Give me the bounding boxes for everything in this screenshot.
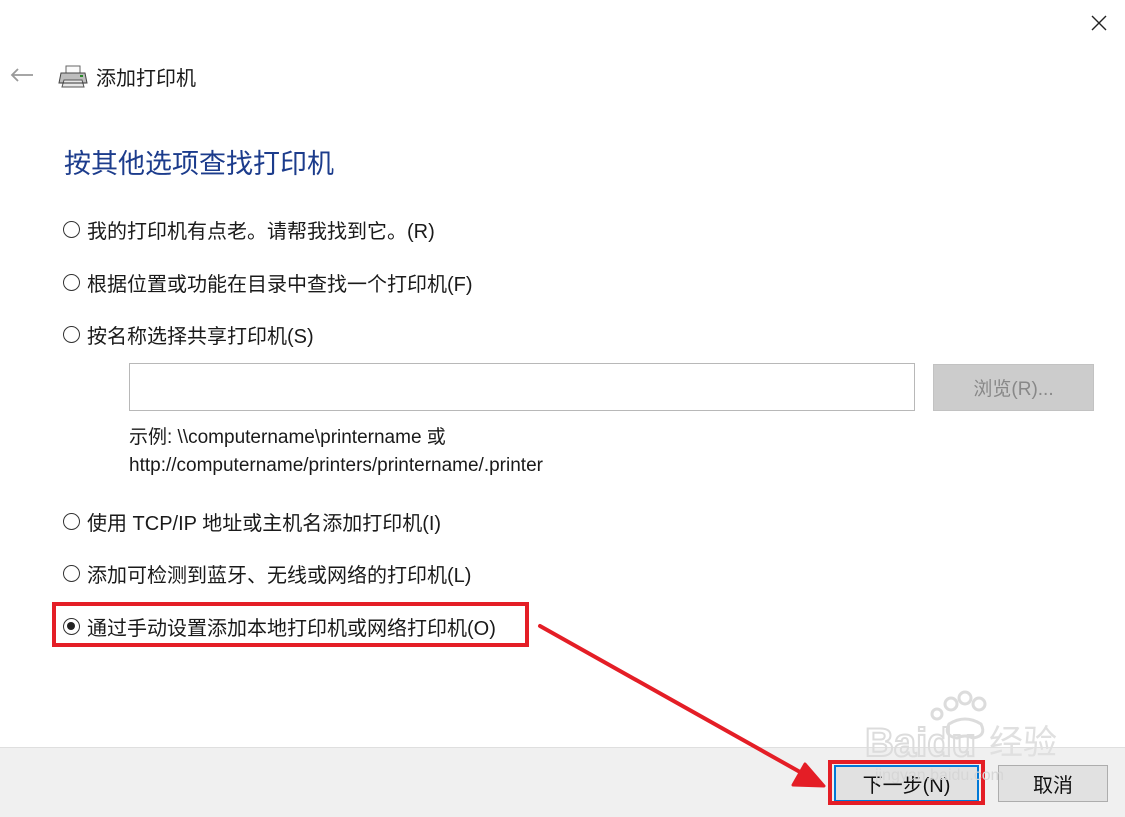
radio-button[interactable] [63, 326, 80, 343]
window-title: 添加打印机 [96, 67, 196, 90]
example-line: http://computername/printers/printername… [129, 455, 543, 476]
radio-button[interactable] [63, 221, 80, 238]
title-bar: 添加打印机 [58, 60, 196, 92]
option-label: 按名称选择共享打印机(S) [87, 326, 314, 348]
cancel-button[interactable]: 取消 [998, 765, 1108, 802]
example-text: 示例: \\computername\printername 或 http://… [129, 424, 543, 480]
page-heading: 按其他选项查找打印机 [64, 149, 334, 179]
back-button[interactable] [4, 58, 40, 92]
radio-button[interactable] [63, 513, 80, 530]
radio-button[interactable] [63, 274, 80, 291]
browse-button[interactable]: 浏览(R)... [933, 364, 1094, 411]
close-icon [1091, 15, 1107, 31]
printer-icon [58, 62, 90, 90]
example-line: 示例: \\computername\printername 或 [129, 427, 446, 448]
shared-printer-name-input[interactable] [129, 363, 915, 411]
option-bluetooth-wireless[interactable]: 添加可检测到蓝牙、无线或网络的打印机(L) [63, 559, 471, 588]
annotation-highlight-box [52, 602, 529, 647]
option-old-printer[interactable]: 我的打印机有点老。请帮我找到它。(R) [63, 215, 435, 244]
option-label: 添加可检测到蓝牙、无线或网络的打印机(L) [87, 565, 472, 587]
radio-button[interactable] [63, 565, 80, 582]
option-tcpip[interactable]: 使用 TCP/IP 地址或主机名添加打印机(I) [63, 507, 441, 536]
option-label: 我的打印机有点老。请帮我找到它。(R) [87, 221, 435, 243]
close-button[interactable] [1078, 4, 1120, 42]
annotation-highlight-box [828, 760, 985, 805]
option-label: 使用 TCP/IP 地址或主机名添加打印机(I) [87, 513, 442, 535]
option-label: 根据位置或功能在目录中查找一个打印机(F) [87, 274, 473, 296]
back-arrow-icon [10, 68, 33, 82]
option-directory-search[interactable]: 根据位置或功能在目录中查找一个打印机(F) [63, 268, 473, 297]
option-shared-by-name[interactable]: 按名称选择共享打印机(S) [63, 320, 314, 349]
